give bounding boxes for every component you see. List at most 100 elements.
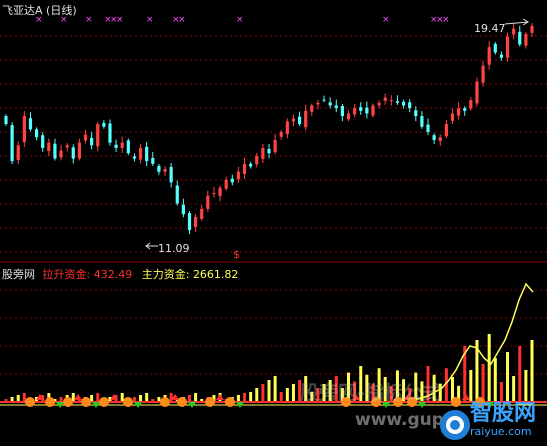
indicator-bar [16, 395, 20, 402]
high-price-label: 19.47 [474, 22, 506, 35]
indicator-header: 股旁网 拉升资金: 432.49 主力资金: 2661.82 [2, 266, 238, 282]
up-arrow-icon [74, 394, 82, 400]
candle-body [47, 142, 51, 152]
indicator-source: 股旁网 [2, 268, 35, 281]
price-annotations: 19.47 11.09 $ [145, 18, 529, 261]
logo-text: 智股网 [470, 401, 537, 426]
candle-body [499, 54, 504, 58]
candle-body [169, 166, 173, 183]
indicator-bar [255, 388, 259, 402]
candle-body [340, 106, 344, 117]
candle-body [212, 192, 216, 194]
candle-body [475, 81, 479, 104]
candle-body [401, 101, 406, 106]
money-bag-icon [225, 397, 235, 407]
indicator2-value: 2661.82 [192, 268, 239, 281]
candle-body [463, 108, 467, 111]
indicator-bar [145, 393, 149, 402]
price-grid [0, 35, 547, 253]
stock-chart[interactable]: × × × ××× × ×× × × ××× 19.47 11.09 $ [0, 0, 547, 446]
candle-body [328, 102, 332, 106]
indicator-bar [291, 384, 295, 402]
indicator-bar [96, 393, 100, 402]
signal-marker: × [236, 15, 244, 25]
candle-body [371, 105, 375, 116]
candle-body [365, 107, 369, 114]
candle-body [10, 125, 14, 162]
money-bag-icon [205, 397, 215, 407]
logo-site: raiyue.com [470, 425, 532, 438]
indicator-bar [249, 392, 253, 402]
candle-body [163, 169, 167, 172]
dollar-marker: $ [233, 248, 240, 261]
candle-body [346, 113, 351, 120]
candle-body [353, 108, 357, 115]
candle-body [414, 110, 418, 117]
candle-body [530, 25, 534, 33]
candle-body [493, 43, 497, 53]
up-arrow-icon [216, 394, 224, 400]
low-price-label: 11.09 [158, 242, 190, 255]
candle-body [151, 157, 155, 164]
candle-body [102, 122, 106, 127]
candle-body [512, 28, 516, 35]
candle-body [77, 142, 81, 159]
candle-body [408, 102, 412, 109]
signal-marker: × [116, 15, 124, 25]
candle-body [120, 142, 124, 148]
candle-body [65, 145, 69, 148]
watermark-cn: 股旁网-指标公式 [300, 382, 441, 404]
candle-body [157, 165, 161, 172]
indicator-bar [285, 388, 289, 402]
candle-body [200, 208, 204, 219]
signal-marker: × [382, 15, 390, 25]
stock-name: 飞亚达A [2, 4, 43, 17]
money-bag-icon [45, 397, 55, 407]
candle-body [297, 116, 302, 125]
money-bag-icon [63, 397, 73, 407]
indicator-bar [187, 395, 191, 402]
candle-body [469, 100, 473, 109]
money-bag-icon [160, 397, 170, 407]
candle-body [126, 140, 130, 154]
candle-body [524, 33, 528, 46]
candle-body [518, 31, 522, 45]
candle-body [230, 178, 234, 183]
candlesticks [4, 22, 534, 235]
candle-body [71, 147, 75, 159]
indicator-bar [267, 380, 271, 402]
signal-marker: × [85, 15, 93, 25]
candle-body [4, 116, 8, 125]
candle-body [145, 146, 149, 162]
candle-body [53, 143, 57, 159]
candle-body [426, 124, 430, 132]
candle-body [438, 137, 442, 142]
indicator-bar [139, 395, 143, 402]
candle-body [487, 47, 491, 65]
signal-marker: × [178, 15, 186, 25]
candle-body [255, 155, 259, 165]
candle-body [242, 163, 247, 174]
signal-marker: × [442, 15, 450, 25]
candle-body [505, 36, 510, 58]
candle-body [181, 204, 185, 215]
candle-body [444, 124, 448, 137]
candle-body [22, 116, 26, 143]
candle-body [291, 118, 296, 122]
candle-body [261, 147, 265, 160]
indicator2-name: 主力资金: [141, 268, 190, 281]
candle-body [279, 132, 283, 137]
money-bag-icon [99, 397, 109, 407]
candle-body [90, 137, 94, 146]
money-bag-icon [177, 397, 187, 407]
indicator-bar [279, 392, 283, 402]
candle-body [175, 185, 179, 204]
money-bag-icon [25, 397, 35, 407]
candle-body [108, 123, 112, 143]
candle-body [224, 179, 228, 189]
candle-body [304, 110, 308, 128]
candle-body [389, 100, 393, 102]
candle-body [457, 108, 461, 116]
candle-body [218, 187, 222, 197]
candle-body [16, 145, 20, 161]
